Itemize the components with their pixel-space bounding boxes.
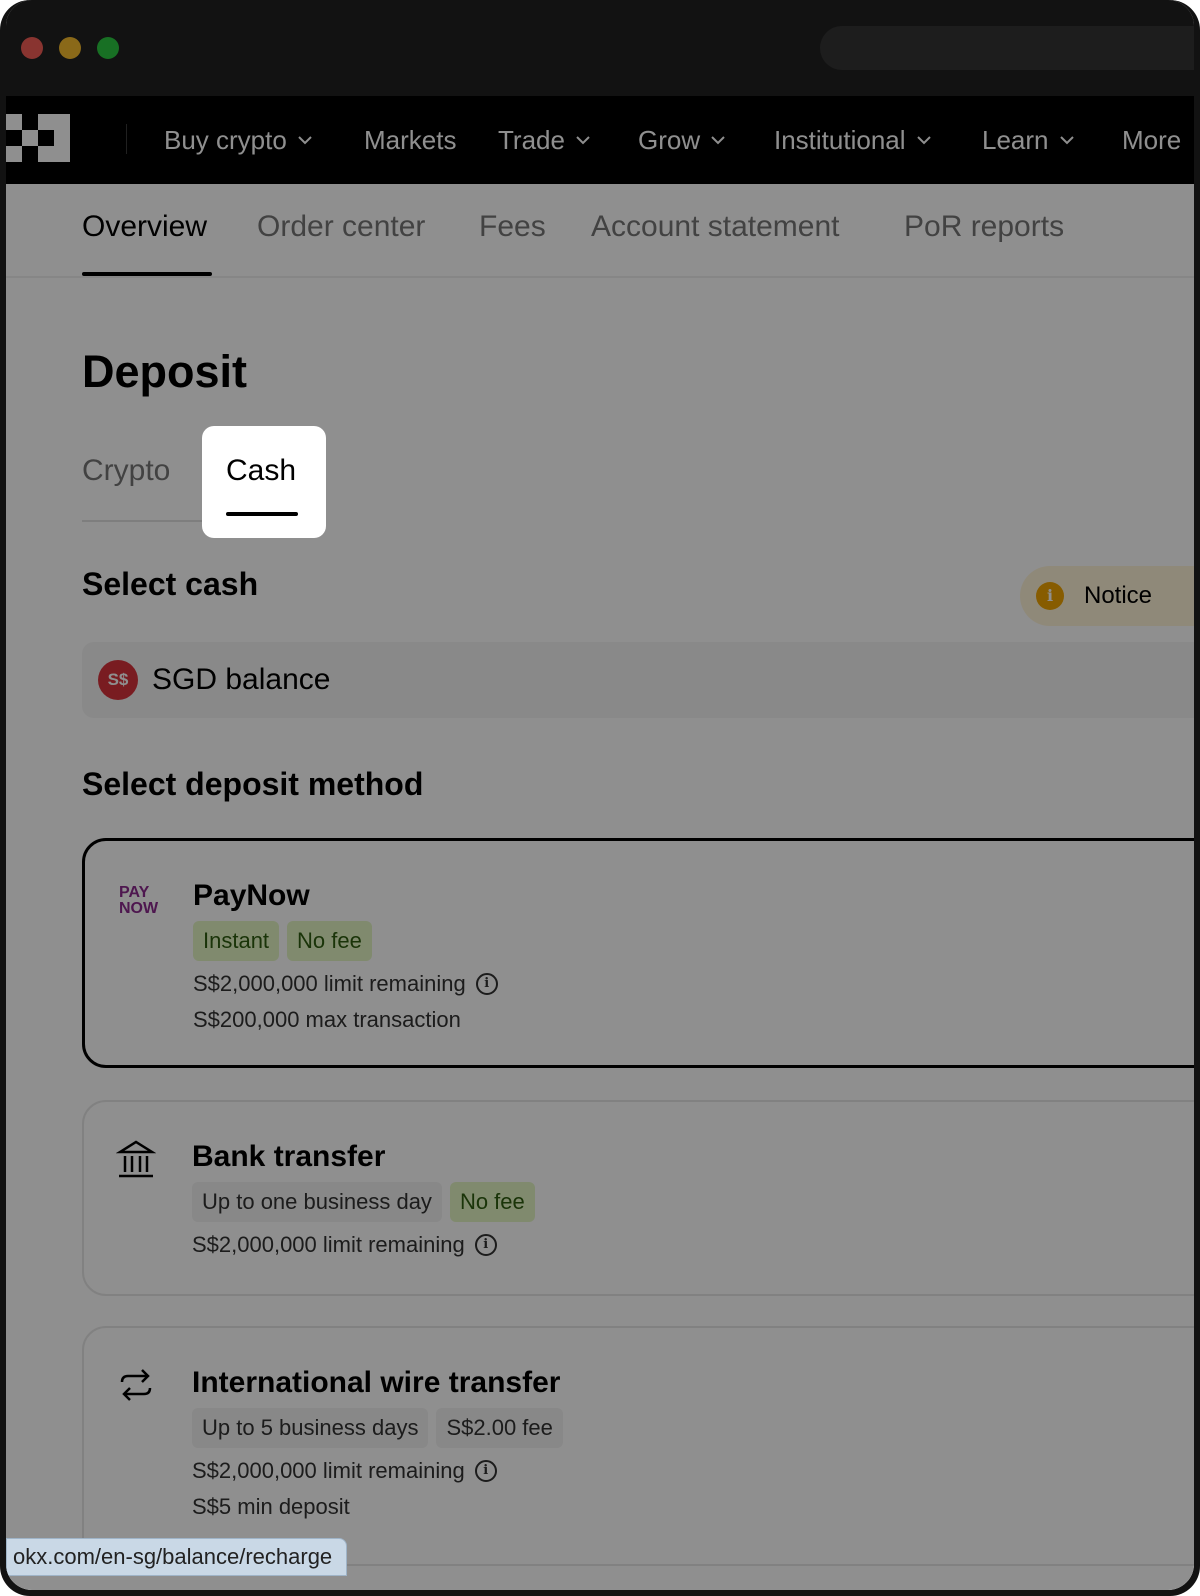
chevron-down-icon: [1059, 136, 1074, 145]
active-tab-indicator: [82, 272, 212, 276]
browser-window: Buy crypto Markets Trade Grow Institutio…: [6, 0, 1194, 1590]
fee-tag: S$2.00 fee: [436, 1408, 563, 1448]
tab-overview[interactable]: Overview: [82, 210, 207, 244]
page-title: Deposit: [82, 346, 248, 397]
method-title: PayNow: [193, 879, 310, 912]
nav-item-label: Grow: [638, 124, 701, 155]
nav-item-label: Learn: [982, 124, 1049, 155]
transfer-arrows-icon: [116, 1364, 160, 1408]
chevron-down-icon: [298, 136, 312, 145]
nav-buy-crypto[interactable]: Buy crypto: [164, 122, 315, 158]
nav-markets[interactable]: Markets: [364, 122, 456, 158]
maximize-window-button[interactable]: [97, 37, 119, 59]
limit-text: S$2,000,000 limit remaining: [192, 1232, 465, 1257]
currency-select[interactable]: S$ SGD balance: [82, 642, 1194, 718]
window-titlebar: [6, 0, 1194, 96]
tab-fees[interactable]: Fees: [479, 210, 546, 244]
min-deposit-text: S$5 min deposit: [192, 1494, 350, 1519]
address-bar[interactable]: [820, 26, 1194, 70]
fee-tag: No fee: [449, 1182, 535, 1222]
tab-order-center[interactable]: Order center: [257, 210, 425, 244]
chevron-down-icon: [576, 136, 590, 145]
method-card-international-wire[interactable]: International wire transfer Up to 5 busi…: [82, 1326, 1194, 1566]
method-title: International wire transfer: [192, 1366, 561, 1399]
cash-tab-indicator: [226, 512, 298, 516]
method-card-paynow[interactable]: PAY NOW PayNow Instant No fee S$2,000,00…: [82, 838, 1194, 1068]
nav-item-label: Institutional: [774, 124, 906, 155]
top-navigation: Buy crypto Markets Trade Grow Institutio…: [6, 96, 1194, 184]
device-frame: Buy crypto Markets Trade Grow Institutio…: [0, 0, 1200, 1596]
nav-item-label: Trade: [498, 124, 565, 155]
limit-text: S$2,000,000 limit remaining: [192, 1458, 465, 1483]
speed-tag: Up to 5 business days: [192, 1408, 429, 1448]
close-window-button[interactable]: [21, 37, 43, 59]
nav-learn[interactable]: Learn: [982, 122, 1077, 158]
nav-item-label: Buy crypto: [164, 124, 287, 155]
nav-more[interactable]: More: [1122, 122, 1181, 158]
tab-account-statement[interactable]: Account statement: [591, 210, 839, 244]
limit-text: S$2,000,000 limit remaining: [193, 971, 466, 996]
select-cash-label: Select cash: [82, 566, 259, 602]
info-icon[interactable]: [475, 973, 498, 995]
info-icon: [1036, 582, 1064, 610]
fee-tag: No fee: [287, 921, 372, 961]
info-icon[interactable]: [474, 1234, 497, 1256]
notice-button[interactable]: Notice: [1020, 566, 1194, 626]
paynow-logo-top: PAY: [119, 884, 150, 901]
deposit-page: Overview Order center Fees Account state…: [6, 184, 1194, 1590]
selected-currency: SGD balance: [152, 663, 331, 696]
tab-crypto[interactable]: Crypto: [82, 454, 170, 488]
account-subtabs: Overview Order center Fees Account state…: [6, 184, 1194, 278]
limit-remaining: S$2,000,000 limit remaining: [193, 971, 498, 997]
okx-logo[interactable]: [6, 114, 78, 162]
bank-icon: [115, 1138, 160, 1182]
limit-remaining: S$2,000,000 limit remaining: [192, 1232, 497, 1258]
nav-grow[interactable]: Grow: [638, 122, 728, 158]
tab-cash[interactable]: Cash: [202, 426, 326, 538]
chevron-down-icon: [916, 136, 931, 145]
max-transaction-text: S$200,000 max transaction: [193, 1007, 461, 1032]
nav-divider: [126, 124, 127, 154]
tab-cash-label: Cash: [226, 454, 297, 487]
sgd-currency-icon: S$: [98, 660, 138, 700]
nav-institutional[interactable]: Institutional: [774, 122, 934, 158]
paynow-logo-bottom: NOW: [119, 900, 159, 917]
nav-trade[interactable]: Trade: [498, 122, 593, 158]
speed-tag: Up to one business day: [192, 1182, 442, 1222]
nav-item-label: Markets: [364, 124, 457, 155]
info-icon[interactable]: [474, 1460, 497, 1482]
max-transaction: S$200,000 max transaction: [193, 1007, 461, 1033]
method-card-bank-transfer[interactable]: Bank transfer Up to one business day No …: [82, 1100, 1194, 1296]
status-bar-url: okx.com/en-sg/balance/recharge: [6, 1538, 348, 1576]
tab-por-reports[interactable]: PoR reports: [904, 210, 1064, 244]
chevron-down-icon: [711, 136, 725, 145]
select-method-label: Select deposit method: [82, 766, 424, 802]
method-title: Bank transfer: [192, 1140, 386, 1173]
notice-label: Notice: [1084, 582, 1153, 609]
paynow-icon: PAY NOW: [117, 879, 161, 923]
limit-remaining: S$2,000,000 limit remaining: [192, 1458, 497, 1484]
speed-tag: Instant: [193, 921, 280, 961]
minimize-window-button[interactable]: [59, 37, 81, 59]
nav-item-label: More: [1122, 124, 1182, 155]
min-deposit: S$5 min deposit: [192, 1494, 350, 1520]
